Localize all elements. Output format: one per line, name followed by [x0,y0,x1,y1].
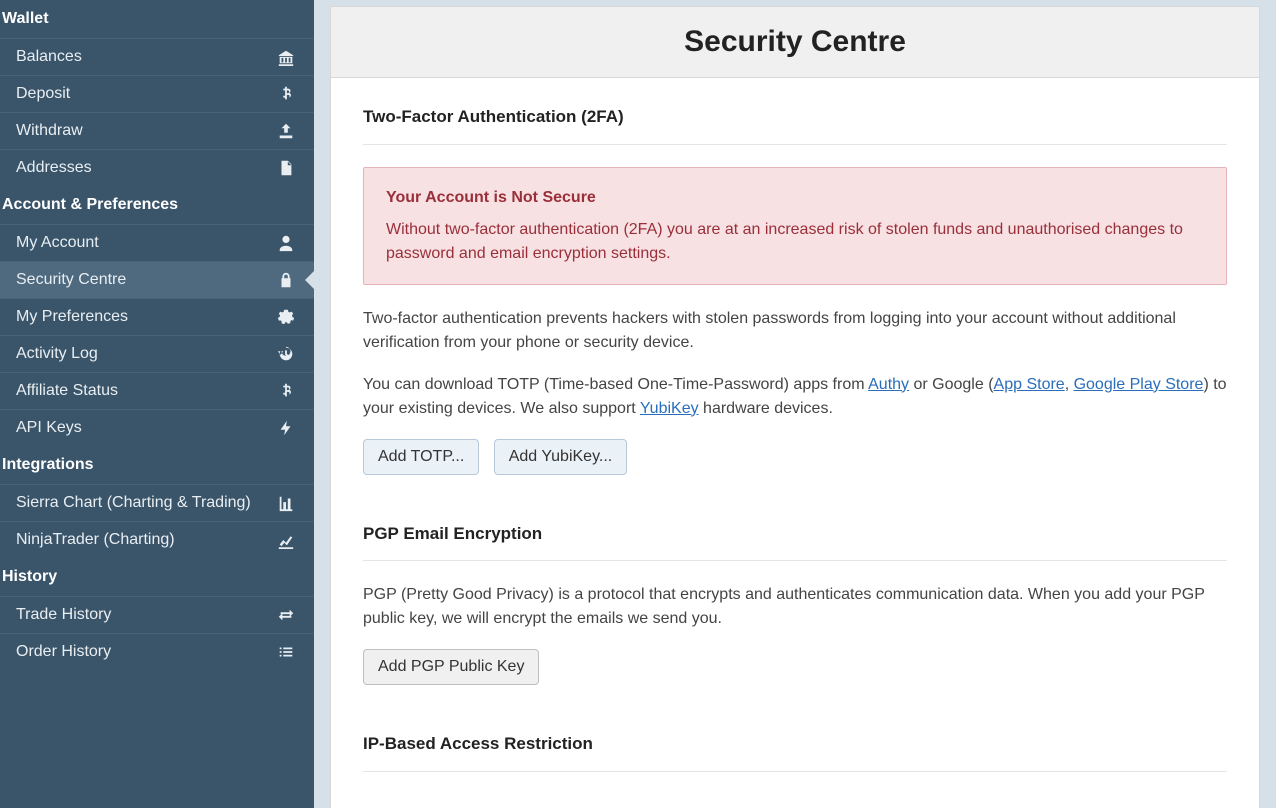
bitcoin-icon [276,84,296,104]
alert-not-secure: Your Account is Not Secure Without two-f… [363,167,1227,285]
document-icon [276,158,296,178]
bar-chart-icon [276,493,296,513]
sidebar-item-label: Activity Log [16,345,98,363]
divider [363,771,1227,772]
divider [363,560,1227,561]
sidebar-item-trade-history[interactable]: Trade History [0,596,314,633]
list-icon [276,642,296,662]
sidebar-item-label: Security Centre [16,271,126,289]
add-totp-button[interactable]: Add TOTP... [363,439,479,475]
sidebar-item-ninjatrader[interactable]: NinjaTrader (Charting) [0,521,314,558]
exchange-icon [276,605,296,625]
main-content: Security Centre Two-Factor Authenticatio… [314,0,1276,808]
bolt-icon [276,418,296,438]
add-yubikey-button[interactable]: Add YubiKey... [494,439,627,475]
sidebar: Wallet Balances Deposit Withdraw Address… [0,0,314,808]
sidebar-item-balances[interactable]: Balances [0,38,314,75]
sidebar-item-label: Sierra Chart (Charting & Trading) [16,494,251,512]
link-authy[interactable]: Authy [868,376,909,393]
sidebar-item-label: Balances [16,48,82,66]
sidebar-item-sierra-chart[interactable]: Sierra Chart (Charting & Trading) [0,484,314,521]
sidebar-item-order-history[interactable]: Order History [0,633,314,670]
user-icon [276,233,296,253]
bitcoin-icon [276,381,296,401]
sidebar-item-deposit[interactable]: Deposit [0,75,314,112]
section-heading-2fa: Two-Factor Authentication (2FA) [363,104,1227,130]
sidebar-item-label: Affiliate Status [16,382,118,400]
bank-icon [276,47,296,67]
divider [363,144,1227,145]
history-icon [276,344,296,364]
twofa-body-1: Two-factor authentication prevents hacke… [363,307,1227,355]
sidebar-item-affiliate-status[interactable]: Affiliate Status [0,372,314,409]
sidebar-item-label: Trade History [16,606,111,624]
sidebar-item-label: Order History [16,643,111,661]
sidebar-group-account: Account & Preferences [0,186,314,224]
sidebar-item-api-keys[interactable]: API Keys [0,409,314,446]
sidebar-group-history: History [0,558,314,596]
link-appstore[interactable]: App Store [994,376,1065,393]
sidebar-item-my-account[interactable]: My Account [0,224,314,261]
link-google-play-store[interactable]: Google Play Store [1074,376,1204,393]
sidebar-item-label: My Preferences [16,308,128,326]
page-title: Security Centre [341,25,1249,59]
lock-icon [276,270,296,290]
sidebar-group-wallet: Wallet [0,0,314,38]
sidebar-item-label: My Account [16,234,99,252]
panel: Security Centre Two-Factor Authenticatio… [330,6,1260,808]
sidebar-item-label: Deposit [16,85,70,103]
sidebar-group-integrations: Integrations [0,446,314,484]
sidebar-item-security-centre[interactable]: Security Centre [0,261,314,298]
section-heading-pgp: PGP Email Encryption [363,521,1227,547]
add-pgp-public-key-button[interactable]: Add PGP Public Key [363,649,539,685]
link-yubikey[interactable]: YubiKey [640,400,699,417]
sidebar-item-withdraw[interactable]: Withdraw [0,112,314,149]
line-chart-icon [276,530,296,550]
sidebar-item-activity-log[interactable]: Activity Log [0,335,314,372]
sidebar-item-label: API Keys [16,419,82,437]
sidebar-item-addresses[interactable]: Addresses [0,149,314,186]
alert-body: Without two-factor authentication (2FA) … [386,218,1204,266]
panel-header: Security Centre [331,7,1259,78]
alert-title: Your Account is Not Secure [386,186,1204,210]
panel-body: Two-Factor Authentication (2FA) Your Acc… [331,78,1259,808]
pgp-body: PGP (Pretty Good Privacy) is a protocol … [363,583,1227,631]
sidebar-item-label: Withdraw [16,122,83,140]
upload-icon [276,121,296,141]
sidebar-item-label: NinjaTrader (Charting) [16,531,175,549]
sidebar-item-my-preferences[interactable]: My Preferences [0,298,314,335]
gear-icon [276,307,296,327]
section-heading-ip: IP-Based Access Restriction [363,731,1227,757]
twofa-body-2: You can download TOTP (Time-based One-Ti… [363,373,1227,421]
sidebar-item-label: Addresses [16,159,92,177]
